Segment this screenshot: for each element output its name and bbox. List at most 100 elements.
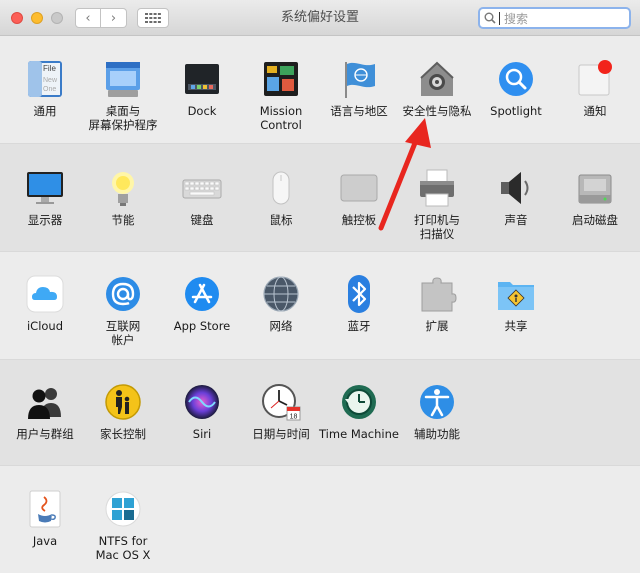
hardware-section: 显示器 节能 键盘 鼠标 触控板 打印机与 扫描仪 声音 启动磁盘	[0, 143, 640, 252]
pref-extensions[interactable]: 扩展	[397, 273, 477, 333]
pref-startup-disk[interactable]: 启动磁盘	[555, 167, 635, 227]
forward-button[interactable]: ›	[101, 8, 127, 28]
pref-security-privacy[interactable]: 安全性与隐私	[397, 58, 477, 118]
back-button[interactable]: ‹	[75, 8, 101, 28]
bluetooth-icon	[338, 273, 380, 315]
date-time-icon: 18	[260, 381, 302, 423]
search-placeholder: 搜索	[504, 11, 529, 26]
pref-siri[interactable]: Siri	[162, 381, 242, 441]
pref-displays[interactable]: 显示器	[5, 167, 85, 227]
parental-controls-icon	[102, 381, 144, 423]
general-icon: File New One	[24, 58, 66, 100]
pref-bluetooth[interactable]: 蓝牙	[319, 273, 399, 333]
sharing-icon	[495, 273, 537, 315]
pref-parental-controls[interactable]: 家长控制	[83, 381, 163, 441]
personal-section: File New One 通用 桌面与 屏幕保护程序 Dock Mission …	[0, 36, 640, 143]
pref-time-machine[interactable]: Time Machine	[319, 381, 399, 441]
icloud-icon	[24, 273, 66, 315]
sound-icon	[495, 167, 537, 209]
pref-java[interactable]: Java	[5, 488, 85, 548]
close-button[interactable]	[11, 12, 23, 24]
pref-label: 共享	[504, 319, 528, 333]
pref-spotlight[interactable]: Spotlight	[476, 58, 556, 118]
siri-icon	[181, 381, 223, 423]
dock-icon	[181, 58, 223, 100]
pref-date-time[interactable]: 18 日期与时间	[241, 381, 321, 441]
pref-label: 网络	[269, 319, 293, 333]
system-section: 用户与群组 家长控制 Siri 18 日期与时间 Time Machine 辅助…	[0, 359, 640, 466]
pref-accessibility[interactable]: 辅助功能	[397, 381, 477, 441]
pref-label: 辅助功能	[414, 427, 460, 441]
pref-printers-scanners[interactable]: 打印机与 扫描仪	[397, 167, 477, 241]
security-privacy-icon	[416, 58, 458, 100]
pref-label: Mission Control	[259, 104, 303, 132]
internet-section: iCloud 互联网 帐户 App Store 网络 蓝牙 扩展 共享	[0, 252, 640, 359]
pref-label: 键盘	[190, 213, 214, 227]
pref-label: Siri	[192, 427, 212, 441]
pref-dock[interactable]: Dock	[162, 58, 242, 118]
pref-label: 日期与时间	[252, 427, 310, 441]
pref-label: iCloud	[26, 319, 64, 333]
java-icon	[24, 488, 66, 530]
pref-label: Spotlight	[490, 104, 542, 118]
pref-label: 互联网 帐户	[105, 319, 141, 347]
pref-sound[interactable]: 声音	[476, 167, 556, 227]
pref-mission-control[interactable]: Mission Control	[241, 58, 321, 132]
title-bar: ‹ › 系统偏好设置 搜索	[0, 0, 640, 36]
pref-general[interactable]: File New One 通用	[5, 58, 85, 118]
pref-ntfs[interactable]: NTFS for Mac OS X	[83, 488, 163, 562]
general-icon-one-text: One	[43, 86, 56, 93]
pref-label: 声音	[504, 213, 528, 227]
pref-icloud[interactable]: iCloud	[5, 273, 85, 333]
window-title: 系统偏好设置	[280, 10, 359, 25]
pref-label: 显示器	[27, 213, 63, 227]
chevron-left-icon: ‹	[85, 10, 91, 26]
mission-control-icon	[260, 58, 302, 100]
pref-users-groups[interactable]: 用户与群组	[5, 381, 85, 441]
pref-label: 家长控制	[100, 427, 146, 441]
internet-accounts-icon	[102, 273, 144, 315]
pref-label: Dock	[187, 104, 217, 118]
mouse-icon	[260, 167, 302, 209]
pref-label: Time Machine	[319, 427, 399, 441]
pref-label: 通用	[33, 104, 57, 118]
pref-mouse[interactable]: 鼠标	[241, 167, 321, 227]
zoom-button[interactable]	[51, 12, 63, 24]
desktop-screensaver-icon	[102, 58, 144, 100]
time-machine-icon	[338, 381, 380, 423]
system-preferences-window: ‹ › 系统偏好设置 搜索 File New One 通用 桌面与 屏幕保护程序…	[0, 0, 640, 573]
pref-label: 语言与地区	[330, 104, 388, 118]
pref-internet-accounts[interactable]: 互联网 帐户	[83, 273, 163, 347]
accessibility-icon	[416, 381, 458, 423]
pref-label: 蓝牙	[347, 319, 371, 333]
pref-energy-saver[interactable]: 节能	[83, 167, 163, 227]
pref-label: NTFS for Mac OS X	[95, 534, 151, 562]
pref-notifications[interactable]: 通知	[555, 58, 635, 118]
pref-label: 扩展	[425, 319, 449, 333]
printers-scanners-icon	[416, 167, 458, 209]
minimize-button[interactable]	[31, 12, 43, 24]
pref-keyboard[interactable]: 键盘	[162, 167, 242, 227]
chevron-right-icon: ›	[110, 10, 117, 26]
pref-label: 鼠标	[269, 213, 293, 227]
app-store-icon	[181, 273, 223, 315]
grid-icon	[145, 13, 161, 23]
spotlight-icon	[495, 58, 537, 100]
pref-trackpad[interactable]: 触控板	[319, 167, 399, 227]
pref-label: 节能	[111, 213, 135, 227]
calendar-day-text: 18	[290, 414, 298, 421]
pref-label: 安全性与隐私	[402, 104, 472, 118]
pref-sharing[interactable]: 共享	[476, 273, 556, 333]
extensions-icon	[416, 273, 458, 315]
language-region-icon	[338, 58, 380, 100]
pref-desktop-screensaver[interactable]: 桌面与 屏幕保护程序	[83, 58, 163, 132]
pref-label: 打印机与 扫描仪	[414, 213, 460, 241]
pref-label: App Store	[173, 319, 231, 333]
general-icon-new-text: New	[43, 77, 58, 84]
pref-language-region[interactable]: 语言与地区	[319, 58, 399, 118]
pref-network[interactable]: 网络	[241, 273, 321, 333]
pref-label: 桌面与 屏幕保护程序	[88, 104, 158, 132]
search-field[interactable]: 搜索	[478, 7, 631, 29]
pref-app-store[interactable]: App Store	[162, 273, 242, 333]
show-all-button[interactable]	[137, 8, 169, 28]
